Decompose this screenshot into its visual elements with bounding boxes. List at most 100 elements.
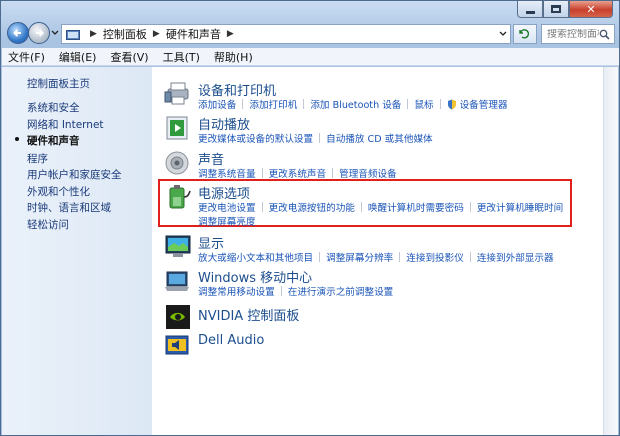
mobility-center-icon [165,271,189,291]
back-arrow-icon [13,29,21,37]
link-device-manager[interactable]: 设备管理器 [460,97,508,111]
back-button[interactable] [7,22,29,44]
address-bar[interactable]: ▶ 控制面板 ▶ 硬件和声音 ▶ [61,24,511,44]
menu-bar: 文件(F) 编辑(E) 查看(V) 工具(T) 帮助(H) [2,48,619,66]
link-divider [303,99,305,109]
power-options-icon [169,185,191,209]
link-divider [439,99,441,109]
printer-icon [164,82,189,105]
content-area: 控制面板主页 系统和安全 网络和 Internet 硬件和声音 程序 用户帐户和… [2,67,605,435]
link-divider [407,99,409,109]
vertical-scrollbar[interactable] [603,67,618,435]
link-divider [332,168,334,178]
sidebar-item-system-security[interactable]: 系统和安全 [27,100,80,115]
main-panel: 设备和打印机 添加设备 添加打印机 添加 Bluetooth 设备 鼠标 设备管… [152,67,605,435]
link-presentation-settings[interactable]: 在进行演示之前调整设置 [288,284,394,298]
sidebar-item-hardware-sound[interactable]: 硬件和声音 [27,133,80,148]
power-options-links-row2: 调整屏幕亮度 [198,214,256,228]
link-manage-audio-devices[interactable]: 管理音频设备 [339,166,397,180]
speaker-icon [165,151,189,175]
address-dropdown-chevron-down-icon[interactable] [498,28,508,40]
maximize-button[interactable] [543,1,569,18]
breadcrumb-separator-icon: ▶ [90,29,97,39]
dell-audio-icon [165,335,189,355]
menu-help[interactable]: 帮助(H) [214,49,253,65]
link-adjust-volume[interactable]: 调整系统音量 [198,166,256,180]
link-mouse[interactable]: 鼠标 [414,97,433,111]
menu-view[interactable]: 查看(V) [110,49,148,65]
caption-buttons: ✕ [517,1,613,18]
link-divider [242,99,244,109]
display-links: 放大或缩小文本和其他项目 调整屏幕分辨率 连接到投影仪 连接到外部显示器 [198,250,554,264]
breadcrumb-control-panel[interactable]: 控制面板 [103,26,147,42]
current-item-bullet-icon [15,137,19,141]
link-connect-projector[interactable]: 连接到投影仪 [406,250,464,264]
power-options-links-row1: 更改电池设置 更改电源按钮的功能 唤醒计算机时需要密码 更改计算机睡眠时间 [198,200,563,214]
link-require-password-wake[interactable]: 唤醒计算机时需要密码 [368,200,464,214]
display-icon [165,235,191,257]
sidebar-item-control-panel-home[interactable]: 控制面板主页 [27,76,90,91]
link-add-bluetooth[interactable]: 添加 Bluetooth 设备 [310,97,401,111]
sidebar-item-clock-language[interactable]: 时钟、语言和区域 [27,200,111,215]
link-external-display[interactable]: 连接到外部显示器 [477,250,554,264]
sidebar-item-programs[interactable]: 程序 [27,151,48,166]
maximize-icon [551,5,561,13]
navigation-bar: ▶ 控制面板 ▶ 硬件和声音 ▶ [1,21,620,47]
link-change-media-defaults[interactable]: 更改媒体或设备的默认设置 [198,131,313,145]
search-input[interactable] [547,28,599,40]
link-divider [261,202,263,212]
link-add-device[interactable]: 添加设备 [198,97,236,111]
minimize-icon [525,10,535,14]
link-change-power-button[interactable]: 更改电源按钮的功能 [269,200,355,214]
control-panel-window: ✕ ▶ 控制面板 ▶ 硬件和声音 ▶ 搜索控制面板 文件(F) 编辑(E) 查看… [0,0,620,436]
link-autoplay-cd[interactable]: 自动播放 CD 或其他媒体 [326,131,433,145]
link-text-size[interactable]: 放大或缩小文本和其他项目 [198,250,313,264]
devices-printers-links: 添加设备 添加打印机 添加 Bluetooth 设备 鼠标 设备管理器 [198,97,508,111]
minimize-button[interactable] [517,1,543,18]
link-change-sounds[interactable]: 更改系统声音 [269,166,327,180]
sidebar-item-appearance[interactable]: 外观和个性化 [27,184,90,199]
refresh-icon [519,29,530,39]
nvidia-icon [166,305,190,329]
autoplay-links: 更改媒体或设备的默认设置 自动播放 CD 或其他媒体 [198,131,433,145]
control-panel-folder-icon [66,29,80,40]
search-box[interactable] [541,24,615,44]
forward-button[interactable] [28,22,50,44]
link-divider [399,252,401,262]
sound-links: 调整系统音量 更改系统声音 管理音频设备 [198,166,397,180]
recent-pages-chevron-down-icon[interactable] [51,29,59,37]
menu-tools[interactable]: 工具(T) [163,49,200,65]
menu-file[interactable]: 文件(F) [8,49,45,65]
nvidia-title[interactable]: NVIDIA 控制面板 [198,305,299,324]
link-change-sleep-time[interactable]: 更改计算机睡眠时间 [477,200,563,214]
mobility-center-links: 调整常用移动设置 在进行演示之前调整设置 [198,284,393,298]
link-adjust-brightness[interactable]: 调整屏幕亮度 [198,214,256,228]
link-change-battery-settings[interactable]: 更改电池设置 [198,200,256,214]
uac-shield-icon [447,99,456,109]
menu-edit[interactable]: 编辑(E) [59,49,97,65]
link-divider [280,286,282,296]
link-screen-resolution[interactable]: 调整屏幕分辨率 [326,250,393,264]
close-icon: ✕ [586,2,596,16]
sidebar: 控制面板主页 系统和安全 网络和 Internet 硬件和声音 程序 用户帐户和… [2,67,152,435]
link-divider [360,202,362,212]
dell-audio-title[interactable]: Dell Audio [198,333,264,348]
search-icon[interactable] [599,29,610,40]
autoplay-icon [166,116,188,140]
link-add-printer[interactable]: 添加打印机 [249,97,297,111]
refresh-button[interactable] [513,24,537,44]
link-divider [469,252,471,262]
forward-arrow-icon [36,29,44,37]
sidebar-item-user-accounts[interactable]: 用户帐户和家庭安全 [27,167,122,182]
close-button[interactable]: ✕ [569,1,613,18]
breadcrumb-hardware-and-sound[interactable]: 硬件和声音 [166,26,221,42]
link-divider [469,202,471,212]
link-divider [261,168,263,178]
breadcrumb-separator-icon: ▶ [152,29,160,39]
breadcrumb-separator-icon: ▶ [226,29,234,39]
sidebar-item-ease-of-access[interactable]: 轻松访问 [27,217,69,232]
link-common-mobility-settings[interactable]: 调整常用移动设置 [198,284,275,298]
sidebar-item-network[interactable]: 网络和 Internet [27,117,104,132]
link-divider [319,133,321,143]
link-divider [319,252,321,262]
